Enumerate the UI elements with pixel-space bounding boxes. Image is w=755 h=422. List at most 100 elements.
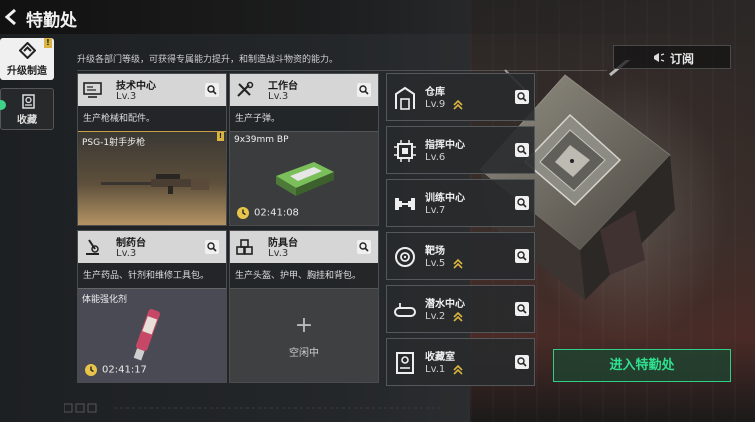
card-header: 制药台 Lv.3 xyxy=(78,231,226,263)
tools-icon xyxy=(237,81,254,97)
facility-name: 仓库 xyxy=(425,87,445,98)
tab-collection-label: 收藏 xyxy=(17,115,37,126)
inspect-button[interactable] xyxy=(515,196,529,210)
sniper-rifle-icon xyxy=(101,174,209,194)
dept-card-tech-center[interactable]: 技术中心 Lv.3 生产枪械和配件。 PSG-1射手步枪 ! xyxy=(77,73,227,226)
cubes-icon xyxy=(236,239,253,255)
card-description: 生产子弹。 xyxy=(235,114,281,124)
microscope-icon xyxy=(86,239,99,255)
card-description: 生产头盔、护甲、胸挂和背包。 xyxy=(235,271,362,281)
production-slot[interactable]: PSG-1射手步枪 ! xyxy=(78,131,226,225)
card-header: 工作台 Lv.3 xyxy=(230,74,378,106)
facility-name: 潜水中心 xyxy=(425,299,465,310)
facility-name: 靶场 xyxy=(425,246,445,257)
card-header: 防具台 Lv.3 xyxy=(230,231,378,263)
inspect-button[interactable] xyxy=(205,83,219,97)
facility-warehouse[interactable]: 仓库 Lv.9 xyxy=(386,73,535,121)
magnifier-icon xyxy=(359,85,369,95)
facility-training-center[interactable]: 训练中心 Lv.7 xyxy=(386,179,535,227)
subscribe-label: 订阅 xyxy=(670,52,695,66)
facility-level: Lv.6 xyxy=(425,152,446,163)
magnifier-icon xyxy=(207,85,217,95)
magnifier-icon xyxy=(517,145,527,155)
card-level: Lv.3 xyxy=(268,91,289,102)
magnifier-icon xyxy=(517,304,527,314)
card-level: Lv.3 xyxy=(268,248,289,259)
inspect-button[interactable] xyxy=(205,240,219,254)
dept-card-pharmacy[interactable]: 制药台 Lv.3 生产药品、针剂和维修工具包。 体能强化剂 02:41:17 xyxy=(77,230,227,383)
slot-alert-badge: ! xyxy=(217,132,224,141)
inspect-button[interactable] xyxy=(515,355,529,369)
inspect-button[interactable] xyxy=(515,249,529,263)
production-slot[interactable]: 体能强化剂 02:41:17 xyxy=(78,288,226,382)
card-level: Lv.3 xyxy=(116,248,137,259)
back-arrow-icon[interactable] xyxy=(3,7,21,27)
facility-command-center[interactable]: 指挥中心 Lv.6 xyxy=(386,126,535,174)
dept-card-armor[interactable]: 防具台 Lv.3 生产头盔、护甲、胸挂和背包。 + 空闲中 xyxy=(229,230,379,383)
upgrade-available-icon xyxy=(453,100,463,110)
inspect-button[interactable] xyxy=(515,143,529,157)
facility-dive-center[interactable]: 潜水中心 Lv.2 xyxy=(386,285,535,333)
tab-alert-badge: ! xyxy=(44,38,52,48)
dive-icon xyxy=(394,303,416,317)
magnifier-icon xyxy=(517,251,527,261)
collection-icon xyxy=(396,352,414,374)
chip-icon xyxy=(394,140,416,162)
dept-card-workbench[interactable]: 工作台 Lv.3 生产子弹。 9x39mm BP 02:41:08 xyxy=(229,73,379,226)
production-slot[interactable]: 9x39mm BP 02:41:08 xyxy=(230,131,378,225)
production-timer: 02:41:17 xyxy=(84,363,147,377)
facility-name: 训练中心 xyxy=(425,193,465,204)
clock-icon xyxy=(237,207,249,219)
inspect-button[interactable] xyxy=(515,90,529,104)
timer-value: 02:41:17 xyxy=(102,364,147,376)
injector-icon xyxy=(133,309,160,361)
card-description: 生产药品、针剂和维修工具包。 xyxy=(83,271,210,281)
facility-name: 收藏室 xyxy=(425,352,455,363)
warehouse-icon xyxy=(395,86,415,110)
inspect-button[interactable] xyxy=(357,83,371,97)
facility-level: Lv.2 xyxy=(425,311,446,322)
facility-level: Lv.1 xyxy=(425,364,446,375)
card-description: 生产枪械和配件。 xyxy=(83,114,156,124)
divider xyxy=(77,70,607,71)
inspect-button[interactable] xyxy=(515,302,529,316)
magnifier-icon xyxy=(517,92,527,102)
footer-decoration xyxy=(64,403,444,413)
card-level: Lv.3 xyxy=(116,91,137,102)
dumbbell-icon xyxy=(395,198,415,210)
facility-name: 指挥中心 xyxy=(425,140,465,151)
card-name: 技术中心 xyxy=(116,81,156,92)
idle-slot[interactable]: + 空闲中 xyxy=(230,288,378,382)
production-timer: 02:41:08 xyxy=(236,206,299,220)
product-name: 体能强化剂 xyxy=(82,295,128,305)
upgrade-available-icon xyxy=(453,259,463,269)
idle-label: 空闲中 xyxy=(289,348,319,359)
upgrade-available-icon xyxy=(453,365,463,375)
facility-collection-room[interactable]: 收藏室 Lv.1 xyxy=(386,338,535,386)
clock-icon xyxy=(85,364,97,376)
subscribe-button[interactable]: 订阅 xyxy=(613,45,731,69)
card-name: 防具台 xyxy=(268,238,298,249)
magnifier-icon xyxy=(517,357,527,367)
magnifier-icon xyxy=(207,242,217,252)
timer-value: 02:41:08 xyxy=(254,207,299,219)
page-subtitle: 升级各部门等级，可获得专属能力提升，和制造战斗物资的能力。 xyxy=(77,55,339,65)
card-name: 工作台 xyxy=(268,81,298,92)
product-name: PSG-1射手步枪 xyxy=(82,138,146,148)
card-header: 技术中心 Lv.3 xyxy=(78,74,226,106)
upgrade-available-icon xyxy=(453,312,463,322)
collection-tab-icon xyxy=(22,94,35,109)
subscribe-icon xyxy=(654,53,665,62)
ammo-box-icon xyxy=(276,162,334,196)
enter-special-ops-button[interactable]: 进入特勤处 xyxy=(553,349,731,382)
tab-upgrade-craft[interactable]: ! 升级制造 xyxy=(0,38,54,80)
facility-level: Lv.5 xyxy=(425,258,446,269)
facility-shooting-range[interactable]: 靶场 Lv.5 xyxy=(386,232,535,280)
facility-level: Lv.9 xyxy=(425,99,446,110)
card-name: 制药台 xyxy=(116,238,146,249)
monitor-icon xyxy=(83,82,102,98)
tab-collection[interactable]: 收藏 xyxy=(0,88,54,130)
target-icon xyxy=(395,247,415,267)
inspect-button[interactable] xyxy=(357,240,371,254)
magnifier-icon xyxy=(359,242,369,252)
